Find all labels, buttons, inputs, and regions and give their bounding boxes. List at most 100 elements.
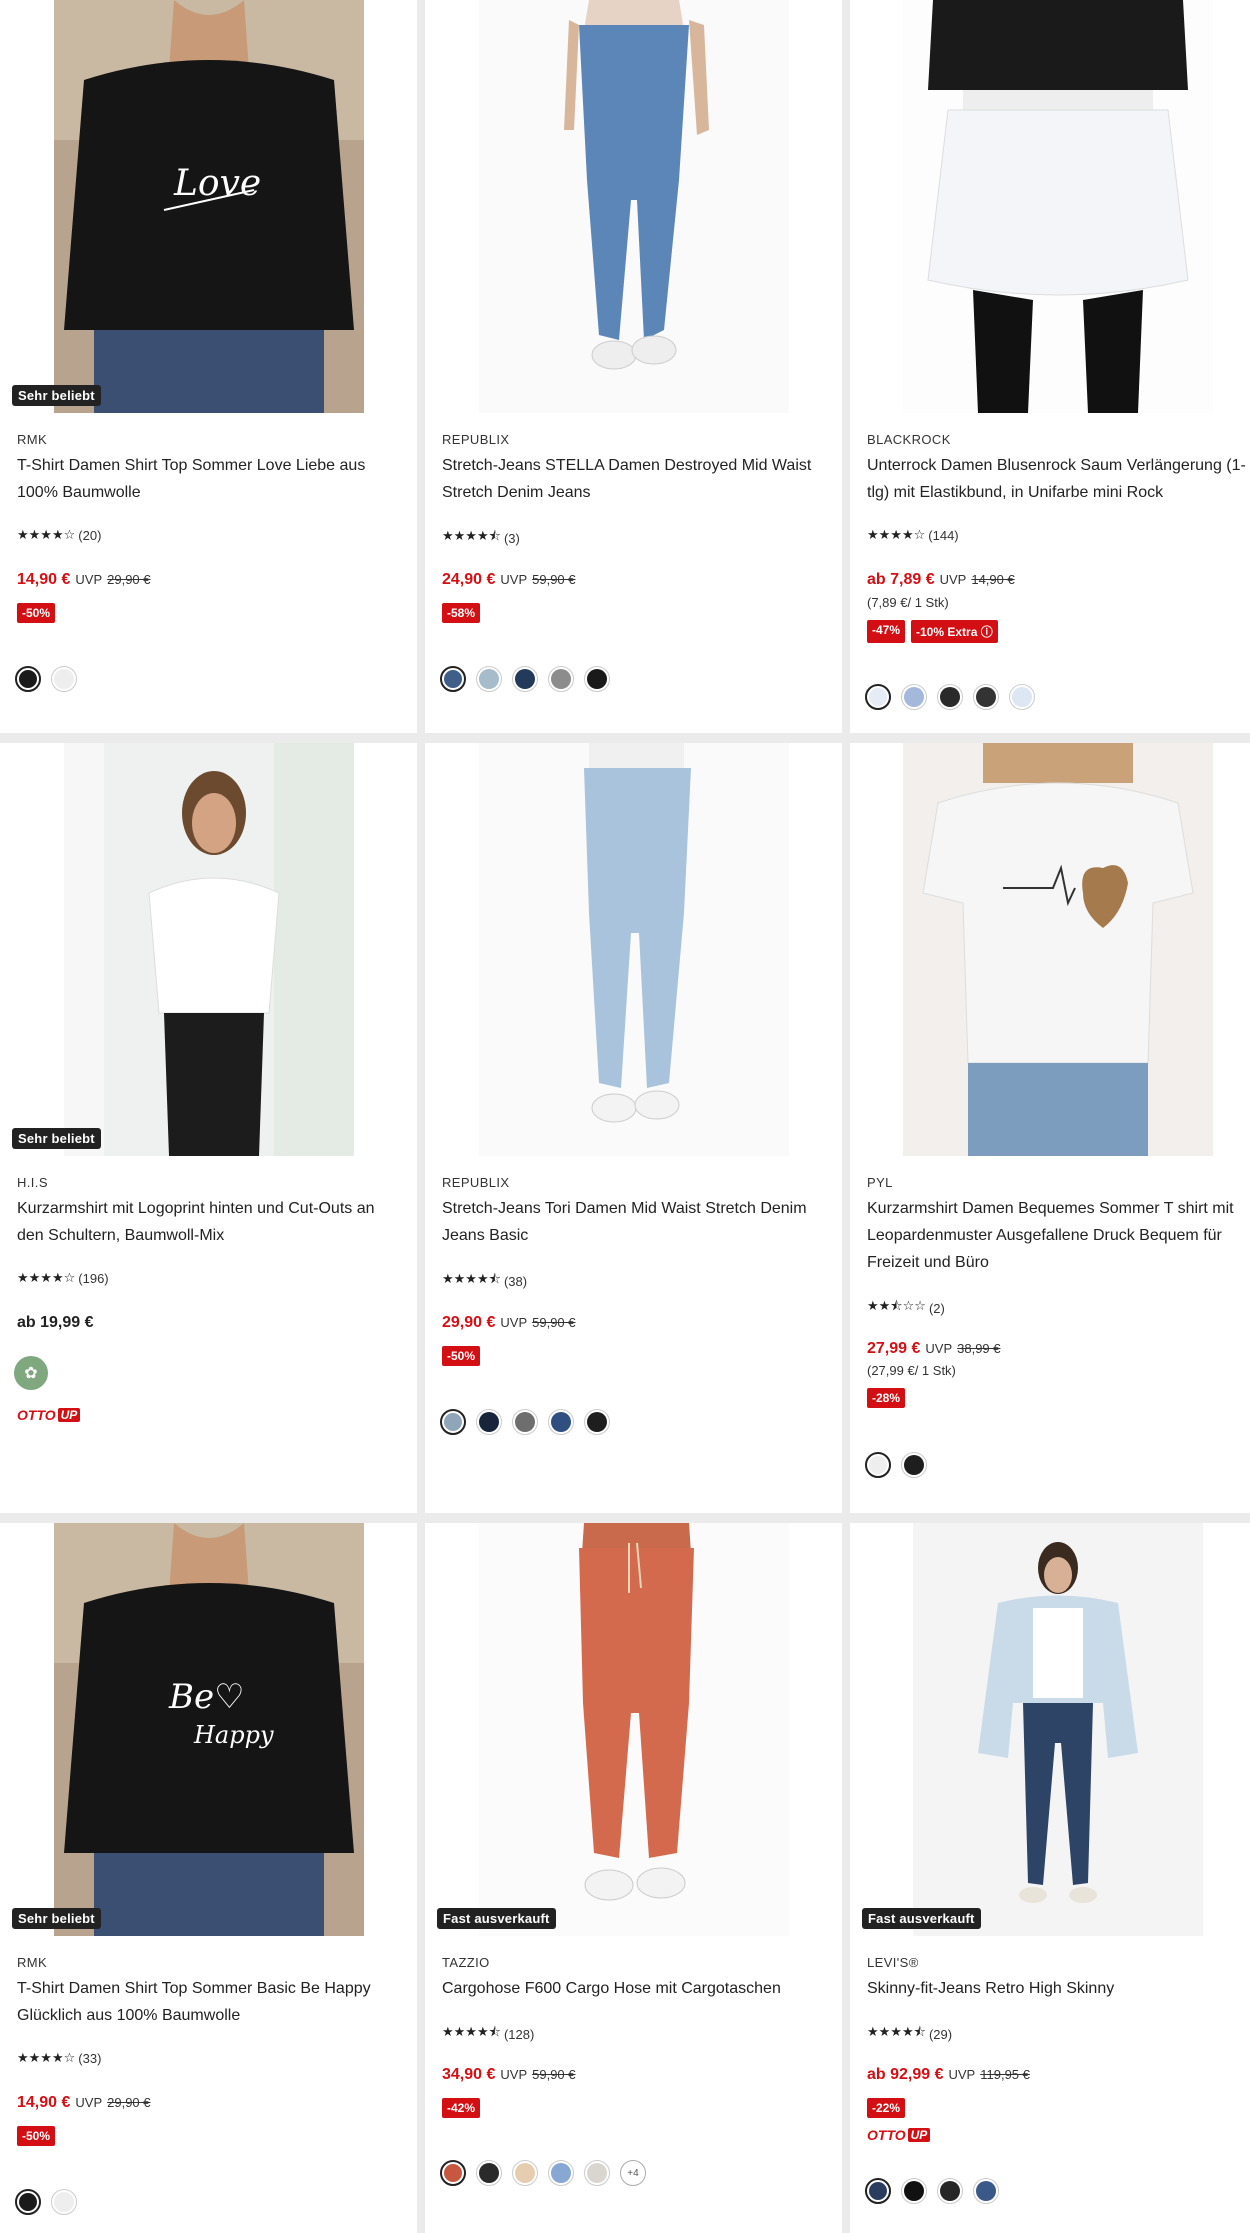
- brand-name: REPUBLIX: [442, 1175, 510, 1190]
- review-count: (196): [78, 1270, 109, 1286]
- leaf-network-icon[interactable]: ✿: [14, 1356, 48, 1390]
- product-card[interactable]: REPUBLIX Stretch-Jeans STELLA Damen Dest…: [425, 0, 842, 733]
- price-row: 14,90 € UVP 29,90 €: [17, 571, 151, 589]
- product-image[interactable]: Love: [53, 0, 364, 413]
- svg-text:Be♡: Be♡: [168, 1677, 245, 1717]
- product-title[interactable]: Stretch-Jeans STELLA Damen Destroyed Mid…: [442, 452, 822, 506]
- rating-stars: ★★★★☆: [17, 2050, 76, 2065]
- color-swatch[interactable]: [51, 2189, 77, 2215]
- product-title[interactable]: T-Shirt Damen Shirt Top Sommer Basic Be …: [17, 1975, 397, 2029]
- more-colors-button[interactable]: +4: [620, 2160, 646, 2186]
- review-count: (33): [78, 2050, 102, 2066]
- price: ab 19,99 €: [17, 1314, 94, 1331]
- color-swatch[interactable]: [548, 2160, 574, 2186]
- color-swatch[interactable]: [548, 666, 574, 692]
- price-row: 24,90 € UVP 59,90 €: [442, 571, 576, 589]
- product-title[interactable]: T-Shirt Damen Shirt Top Sommer Love Lieb…: [17, 452, 397, 506]
- product-image-area[interactable]: Love: [0, 0, 417, 415]
- color-swatch[interactable]: [51, 666, 77, 692]
- color-swatch[interactable]: [973, 2178, 999, 2204]
- product-card[interactable]: PYL Kurzarmshirt Damen Bequemes Sommer T…: [850, 743, 1250, 1513]
- product-image[interactable]: Be♡ Happy: [53, 1523, 364, 1936]
- product-image[interactable]: [913, 1523, 1203, 1936]
- color-swatch[interactable]: [512, 1409, 538, 1435]
- product-card[interactable]: Fast ausverkauft TAZZIO Cargohose F600 C…: [425, 1523, 842, 2233]
- color-swatch[interactable]: [901, 684, 927, 710]
- color-swatch[interactable]: [937, 684, 963, 710]
- color-swatch[interactable]: [901, 2178, 927, 2204]
- rating[interactable]: ★★★★☆ (20): [17, 527, 101, 543]
- product-card[interactable]: Fast ausverkauft LEVI'S® Skinny-fit-Jean…: [850, 1523, 1250, 2233]
- color-swatch[interactable]: [865, 1452, 891, 1478]
- otto-up-box: UP: [57, 1408, 81, 1422]
- product-card[interactable]: Sehr beliebt H.I.S Kurzarmshirt mit Logo…: [0, 743, 417, 1513]
- color-swatch[interactable]: [584, 2160, 610, 2186]
- product-image-area[interactable]: Be♡ Happy: [0, 1523, 417, 1938]
- color-swatch[interactable]: [476, 2160, 502, 2186]
- rating[interactable]: ★★★★☆ (196): [17, 1270, 109, 1286]
- discount-badge: -50%: [17, 2126, 56, 2146]
- product-image-area[interactable]: [425, 1523, 842, 1938]
- extra-discount-badge[interactable]: -10% Extra ⓘ: [911, 620, 998, 643]
- product-image[interactable]: [478, 743, 789, 1156]
- product-image-area[interactable]: [425, 743, 842, 1158]
- price-row: ab 7,89 € UVP 14,90 €: [867, 571, 1015, 589]
- rating-stars: ★★★★☆: [17, 1270, 76, 1285]
- rating[interactable]: ★★★★⯪ (3): [442, 527, 520, 549]
- product-image-area[interactable]: [850, 0, 1250, 415]
- product-image-area[interactable]: [850, 743, 1250, 1158]
- product-title[interactable]: Unterrock Damen Blusenrock Saum Verlänge…: [867, 452, 1247, 506]
- otto-up-text: OTTO: [17, 1407, 56, 1423]
- product-card[interactable]: Love Sehr beliebt RMK T-Shirt Damen Shir…: [0, 0, 417, 733]
- color-swatch[interactable]: [512, 666, 538, 692]
- price: 14,90 €: [17, 571, 71, 588]
- color-swatch[interactable]: [973, 684, 999, 710]
- product-grid: Love Sehr beliebt RMK T-Shirt Damen Shir…: [0, 0, 1250, 2233]
- product-card[interactable]: Be♡ Happy Sehr beliebt RMK T-Shirt Damen…: [0, 1523, 417, 2233]
- product-title[interactable]: Skinny-fit-Jeans Retro High Skinny: [867, 1975, 1247, 2002]
- color-swatches: [865, 684, 1035, 710]
- product-image[interactable]: [63, 743, 354, 1156]
- product-image[interactable]: [903, 0, 1213, 413]
- product-image[interactable]: [478, 1523, 789, 1936]
- color-swatch[interactable]: [15, 2189, 41, 2215]
- color-swatch[interactable]: [476, 1409, 502, 1435]
- product-title[interactable]: Cargohose F600 Cargo Hose mit Cargotasch…: [442, 1975, 822, 2002]
- product-image-area[interactable]: [425, 0, 842, 415]
- color-swatch[interactable]: [584, 1409, 610, 1435]
- product-image-area[interactable]: [0, 743, 417, 1158]
- color-swatch[interactable]: [1009, 684, 1035, 710]
- product-title[interactable]: Kurzarmshirt mit Logoprint hinten und Cu…: [17, 1195, 397, 1249]
- product-card[interactable]: REPUBLIX Stretch-Jeans Tori Damen Mid Wa…: [425, 743, 842, 1513]
- color-swatch[interactable]: [901, 1452, 927, 1478]
- product-image-area[interactable]: [850, 1523, 1250, 1938]
- color-swatch[interactable]: [440, 1409, 466, 1435]
- color-swatch[interactable]: [548, 1409, 574, 1435]
- product-title[interactable]: Stretch-Jeans Tori Damen Mid Waist Stret…: [442, 1195, 822, 1249]
- color-swatches: [440, 1409, 610, 1435]
- review-count: (20): [78, 527, 102, 543]
- color-swatch[interactable]: [865, 2178, 891, 2204]
- uvp-price: 59,90 €: [532, 572, 576, 587]
- color-swatch[interactable]: [584, 666, 610, 692]
- product-image[interactable]: [478, 0, 789, 413]
- uvp-price: 29,90 €: [107, 572, 151, 587]
- rating[interactable]: ★★★★⯪ (128): [442, 2023, 534, 2045]
- color-swatch[interactable]: [476, 666, 502, 692]
- color-swatch[interactable]: [440, 666, 466, 692]
- product-title[interactable]: Kurzarmshirt Damen Bequemes Sommer T shi…: [867, 1195, 1247, 1276]
- rating[interactable]: ★★★★⯪ (29): [867, 2023, 952, 2045]
- brand-name: BLACKROCK: [867, 432, 951, 447]
- rating[interactable]: ★★★★☆ (144): [867, 527, 959, 543]
- product-card[interactable]: BLACKROCK Unterrock Damen Blusenrock Sau…: [850, 0, 1250, 733]
- rating[interactable]: ★★★★⯪ (38): [442, 1270, 527, 1292]
- product-image[interactable]: [903, 743, 1213, 1156]
- rating[interactable]: ★★⯪☆☆ (2): [867, 1297, 945, 1319]
- color-swatch[interactable]: [440, 2160, 466, 2186]
- rating[interactable]: ★★★★☆ (33): [17, 2050, 101, 2066]
- rating-stars: ★★★★⯪: [442, 2024, 501, 2039]
- color-swatch[interactable]: [865, 684, 891, 710]
- color-swatch[interactable]: [937, 2178, 963, 2204]
- color-swatch[interactable]: [15, 666, 41, 692]
- color-swatch[interactable]: [512, 2160, 538, 2186]
